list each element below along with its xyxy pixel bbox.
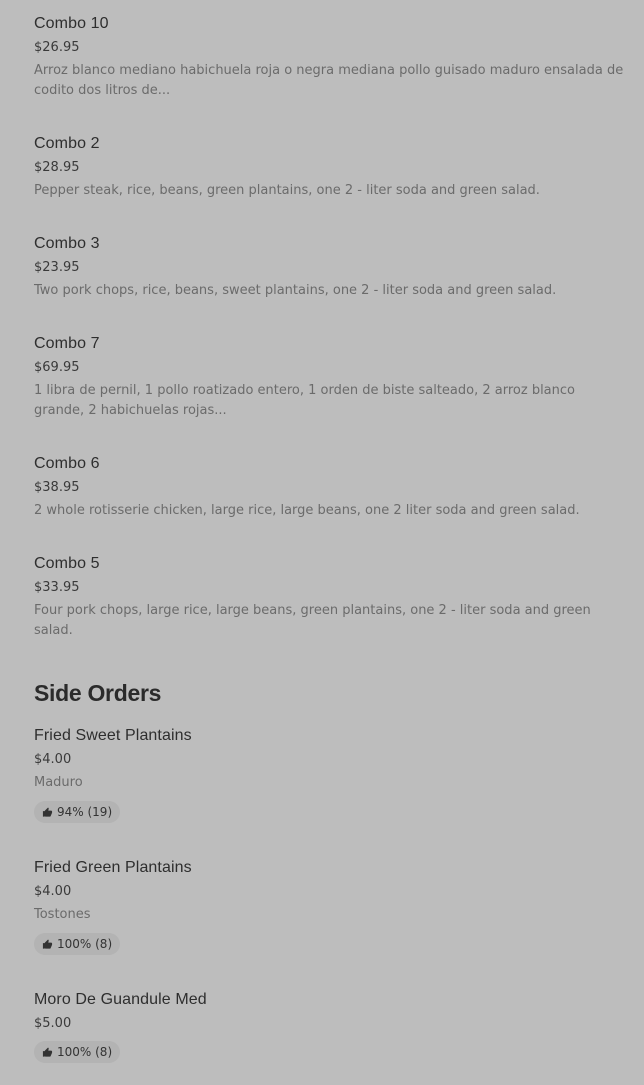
item-title: Combo 5 — [34, 555, 100, 572]
item-description: Two pork chops, rice, beans, sweet plant… — [34, 283, 557, 298]
item-title: Combo 6 — [34, 455, 100, 472]
item-description: 1 libra de pernil, 1 pollo roatizado ent… — [34, 383, 575, 418]
thumbs-up-icon — [42, 1046, 53, 1058]
menu-item-combo-3[interactable]: Combo 3 $23.95 Two pork chops, rice, bea… — [34, 234, 624, 301]
item-price: $4.00 — [34, 884, 72, 899]
menu-item-fried-green-plantains[interactable]: Fried Green Plantains $4.00 Tostones 100… — [34, 858, 624, 955]
item-price: $33.95 — [34, 580, 80, 595]
item-price: $69.95 — [34, 360, 80, 375]
menu-item-combo-10[interactable]: Combo 10 $26.95 Arroz blanco mediano hab… — [34, 14, 624, 101]
item-price: $38.95 — [34, 480, 80, 495]
rating-text: 100% (8) — [57, 1045, 113, 1059]
item-price: $23.95 — [34, 260, 80, 275]
item-description: Tostones — [34, 907, 91, 922]
menu-item-combo-7[interactable]: Combo 7 $69.95 1 libra de pernil, 1 poll… — [34, 334, 624, 421]
menu-item-moro-de-guandule-med[interactable]: Moro De Guandule Med $5.00 100% (8) — [34, 990, 624, 1063]
item-title: Fried Green Plantains — [34, 859, 192, 876]
thumbs-up-icon — [42, 938, 53, 950]
item-description: Arroz blanco mediano habichuela roja o n… — [34, 63, 624, 98]
menu-page: Combo 10 $26.95 Arroz blanco mediano hab… — [0, 0, 644, 1085]
thumbs-up-icon — [42, 806, 53, 818]
item-price: $26.95 — [34, 40, 80, 55]
menu-item-fried-sweet-plantains[interactable]: Fried Sweet Plantains $4.00 Maduro 94% (… — [34, 726, 624, 823]
item-title: Combo 3 — [34, 235, 100, 252]
rating-badge: 100% (8) — [34, 1041, 121, 1063]
item-title: Combo 10 — [34, 15, 109, 32]
item-description: Maduro — [34, 775, 83, 790]
section-heading-side-orders: Side Orders — [34, 680, 162, 706]
menu-item-combo-5[interactable]: Combo 5 $33.95 Four pork chops, large ri… — [34, 554, 624, 641]
rating-text: 100% (8) — [57, 937, 113, 951]
menu-item-combo-2[interactable]: Combo 2 $28.95 Pepper steak, rice, beans… — [34, 134, 624, 201]
item-title: Combo 2 — [34, 135, 100, 152]
rating-badge: 100% (8) — [34, 933, 121, 955]
item-title: Moro De Guandule Med — [34, 991, 207, 1008]
item-title: Combo 7 — [34, 335, 100, 352]
menu-item-combo-6[interactable]: Combo 6 $38.95 2 whole rotisserie chicke… — [34, 454, 624, 521]
item-price: $28.95 — [34, 160, 80, 175]
item-description: Four pork chops, large rice, large beans… — [34, 603, 591, 638]
item-description: Pepper steak, rice, beans, green plantai… — [34, 183, 540, 198]
rating-badge: 94% (19) — [34, 801, 121, 823]
item-price: $4.00 — [34, 752, 72, 767]
item-description: 2 whole rotisserie chicken, large rice, … — [34, 503, 580, 518]
item-price: $5.00 — [34, 1016, 72, 1031]
item-title: Fried Sweet Plantains — [34, 727, 192, 744]
rating-text: 94% (19) — [57, 805, 113, 819]
